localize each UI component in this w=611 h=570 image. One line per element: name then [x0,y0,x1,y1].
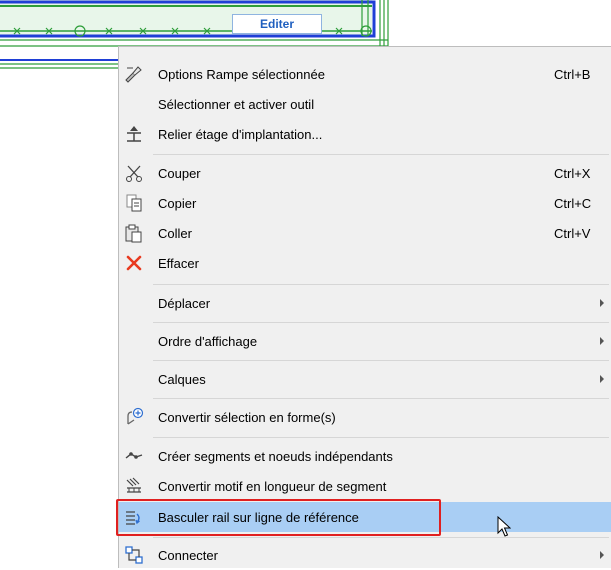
delete-icon [123,252,145,274]
menu-item-layers[interactable]: Calques [119,364,611,394]
menu-separator [153,398,609,399]
menu-item-convert-to-shapes[interactable]: Convertir sélection en forme(s) [119,402,611,432]
menu-item-label: Couper [158,165,201,181]
menu-item-link-story[interactable]: Relier étage d'implantation... [119,119,611,149]
menu-item-label: Convertir sélection en forme(s) [158,409,336,425]
pattern-segment-icon [123,475,145,497]
mouse-cursor-icon [497,515,512,543]
menu-separator [153,537,609,538]
submenu-arrow-icon [600,299,604,307]
menu-item-delete[interactable]: Effacer [119,248,611,278]
copy-icon [123,192,145,214]
menu-item-connect[interactable]: Connecter [119,540,611,570]
paste-icon [123,222,145,244]
menu-item-label: Ordre d'affichage [158,333,258,349]
menu-item-convert-pattern[interactable]: Convertir motif en longueur de segment [119,471,611,501]
menu-item-shortcut: Ctrl+X [554,165,591,181]
menu-item-label: Créer segments et noeuds indépendants [158,448,393,464]
menu-separator [153,360,609,361]
menu-item-copy[interactable]: Copier Ctrl+C [119,188,611,218]
menu-item-shortcut: Ctrl+V [554,225,591,241]
menu-item-label: Connecter [158,547,218,563]
menu-item-label: Convertir motif en longueur de segment [158,478,387,494]
menu-item-label: Relier étage d'implantation... [158,126,323,142]
segments-nodes-icon [123,445,145,467]
menu-item-create-segments-nodes[interactable]: Créer segments et noeuds indépendants [119,441,611,471]
menu-separator [153,437,609,438]
menu-item-label: Copier [158,195,197,211]
menu-item-label: Effacer [158,255,199,271]
menu-item-shortcut: Ctrl+C [554,195,592,211]
menu-item-ramp-options[interactable]: Options Rampe sélectionnée Ctrl+B [119,59,611,89]
menu-separator [153,284,609,285]
submenu-arrow-icon [600,337,604,345]
submenu-arrow-icon [600,551,604,559]
menu-item-label: Options Rampe sélectionnée [158,66,325,82]
submenu-arrow-icon [600,375,604,383]
annotation-highlight-box [116,499,441,536]
menu-item-select-activate-tool[interactable]: Sélectionner et activer outil [119,89,611,119]
menu-item-cut[interactable]: Couper Ctrl+X [119,158,611,188]
menu-item-label: Sélectionner et activer outil [158,96,315,112]
menu-item-label: Calques [158,371,206,387]
menu-separator [153,322,609,323]
menu-item-move[interactable]: Déplacer [119,288,611,318]
context-menu: Options Rampe sélectionnée Ctrl+B Sélect… [118,46,611,568]
link-story-icon [123,123,145,145]
menu-item-shortcut: Ctrl+B [554,66,591,82]
menu-item-paste[interactable]: Coller Ctrl+V [119,218,611,248]
convert-shape-icon [123,406,145,428]
edit-badge[interactable]: Editer [232,14,322,34]
menu-item-display-order[interactable]: Ordre d'affichage [119,326,611,356]
menu-item-label: Coller [158,225,192,241]
scissors-icon [123,162,145,184]
connect-icon [123,544,145,566]
menu-item-label: Déplacer [158,295,211,311]
ramp-settings-icon [123,63,145,85]
menu-separator [153,154,609,155]
